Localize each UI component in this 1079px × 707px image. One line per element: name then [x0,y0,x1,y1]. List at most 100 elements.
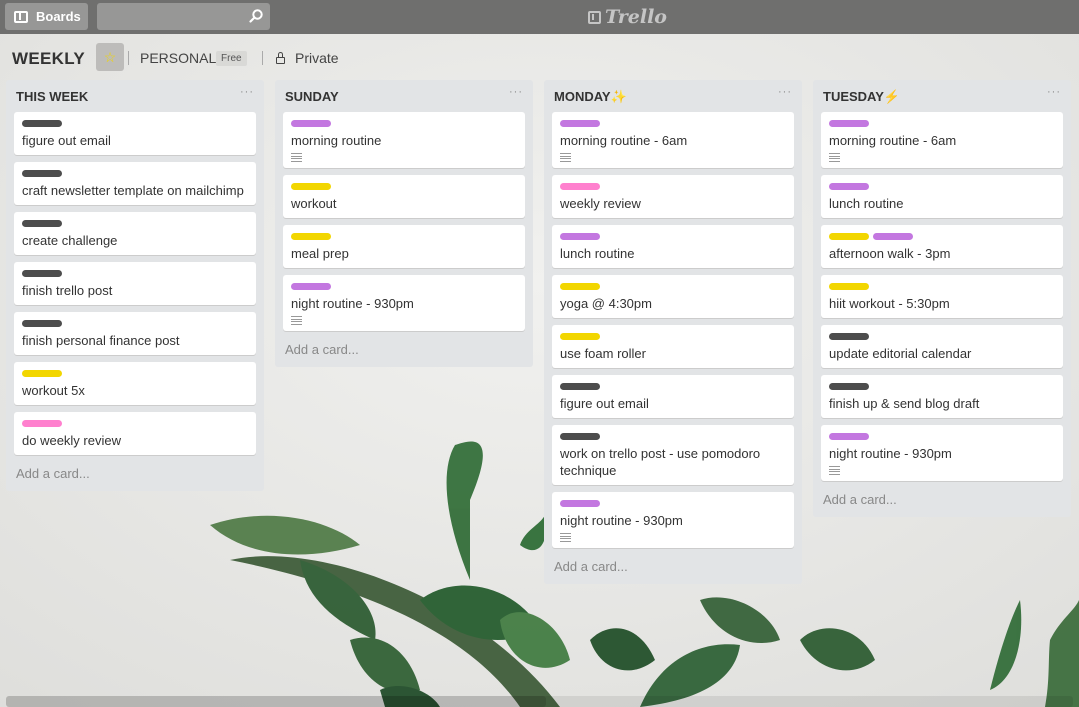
card-title: lunch routine [560,246,635,261]
card[interactable]: morning routine - 6am [552,112,794,168]
card[interactable]: update editorial calendar [821,325,1063,368]
card-title: night routine - 930pm [829,446,952,461]
list-sunday: SUNDAY ··· morning routine workout meal prep… [275,80,533,367]
search-icon[interactable] [249,9,263,23]
card[interactable]: night routine - 930pm [821,425,1063,481]
card[interactable]: morning routine - 6am [821,112,1063,168]
description-icon [560,153,571,162]
card-label-purple [560,233,600,240]
top-bar: Boards Trello [0,0,1079,34]
trello-logo[interactable]: Trello [588,6,667,28]
card-label-purple [291,120,331,127]
card[interactable]: workout 5x [14,362,256,405]
team-name[interactable]: PERSONAL [140,50,216,66]
card-title: finish personal finance post [22,333,180,348]
card-label-yellow [560,333,600,340]
card[interactable]: finish personal finance post [14,312,256,355]
card-labels [22,320,248,328]
card-label-pink [22,420,62,427]
add-card-button[interactable]: Add a card... [544,555,802,584]
card-label-yellow [560,283,600,290]
card[interactable]: finish up & send blog draft [821,375,1063,418]
card[interactable]: finish trello post [14,262,256,305]
card-title: update editorial calendar [829,346,972,361]
card-label-yellow [22,370,62,377]
card[interactable]: morning routine [283,112,525,168]
card-labels [829,183,1055,191]
card[interactable]: do weekly review [14,412,256,455]
card-labels [560,383,786,391]
card-labels [22,370,248,378]
card[interactable]: night routine - 930pm [552,492,794,548]
card-title: afternoon walk - 3pm [829,246,951,261]
search-box[interactable] [97,3,270,30]
divider [128,51,129,65]
search-input[interactable] [97,3,253,30]
card-label-purple [291,283,331,290]
card[interactable]: craft newsletter template on mailchimp [14,162,256,205]
description-icon [291,153,302,162]
card-label-dark [22,270,62,277]
list-title[interactable]: MONDAY✨ [554,89,627,105]
trello-logo-icon [588,10,601,24]
card[interactable]: night routine - 930pm [283,275,525,331]
card-title: meal prep [291,246,349,261]
card[interactable]: create challenge [14,212,256,255]
card[interactable]: figure out email [14,112,256,155]
card-label-dark [22,120,62,127]
list-monday: MONDAY✨ ··· morning routine - 6am weekly re… [544,80,802,584]
list-title[interactable]: THIS WEEK [16,89,88,104]
boards-icon [14,10,28,23]
lock-icon [276,51,285,64]
list-menu-icon[interactable]: ··· [1047,86,1061,98]
add-card-button[interactable]: Add a card... [813,488,1071,517]
description-icon [291,316,302,325]
board-title[interactable]: WEEKLY [12,49,85,69]
card[interactable]: yoga @ 4:30pm [552,275,794,318]
card-title: workout [291,196,337,211]
card[interactable]: meal prep [283,225,525,268]
add-card-button[interactable]: Add a card... [6,462,264,491]
star-button[interactable]: ☆ [96,43,124,71]
card[interactable]: hiit workout - 5:30pm [821,275,1063,318]
card[interactable]: weekly review [552,175,794,218]
card-label-purple [829,120,869,127]
visibility-button[interactable]: Private [276,50,339,66]
list-menu-icon[interactable]: ··· [240,86,254,98]
card-label-purple [829,183,869,190]
card-title: night routine - 930pm [560,513,683,528]
scrollbar-thumb[interactable] [6,696,546,707]
list-title[interactable]: TUESDAY⚡ [823,89,900,105]
card-labels [829,433,1055,441]
list-title[interactable]: SUNDAY [285,89,339,104]
card[interactable]: lunch routine [821,175,1063,218]
card-labels [829,333,1055,341]
card-label-yellow [291,183,331,190]
card[interactable]: figure out email [552,375,794,418]
list-menu-icon[interactable]: ··· [778,86,792,98]
card[interactable]: work on trello post - use pomodoro techn… [552,425,794,485]
card-labels [22,120,248,128]
card[interactable]: workout [283,175,525,218]
card[interactable]: lunch routine [552,225,794,268]
star-icon: ☆ [103,48,117,65]
card-title: figure out email [22,133,111,148]
card-title: use foam roller [560,346,646,361]
list-header: THIS WEEK ··· [6,80,264,112]
card-labels [291,183,517,191]
add-card-button[interactable]: Add a card... [275,338,533,367]
card[interactable]: afternoon walk - 3pm [821,225,1063,268]
list-this-week: THIS WEEK ··· figure out email craft newsle… [6,80,264,491]
divider [262,51,263,65]
card-labels [560,333,786,341]
card-label-dark [22,320,62,327]
description-icon [560,533,571,542]
description-icon [829,466,840,475]
card[interactable]: use foam roller [552,325,794,368]
list-menu-icon[interactable]: ··· [509,86,523,98]
list-header: MONDAY✨ ··· [544,80,802,112]
card-label-purple [560,120,600,127]
card-labels [829,283,1055,291]
horizontal-scrollbar[interactable] [6,696,1073,707]
boards-button[interactable]: Boards [5,3,88,30]
